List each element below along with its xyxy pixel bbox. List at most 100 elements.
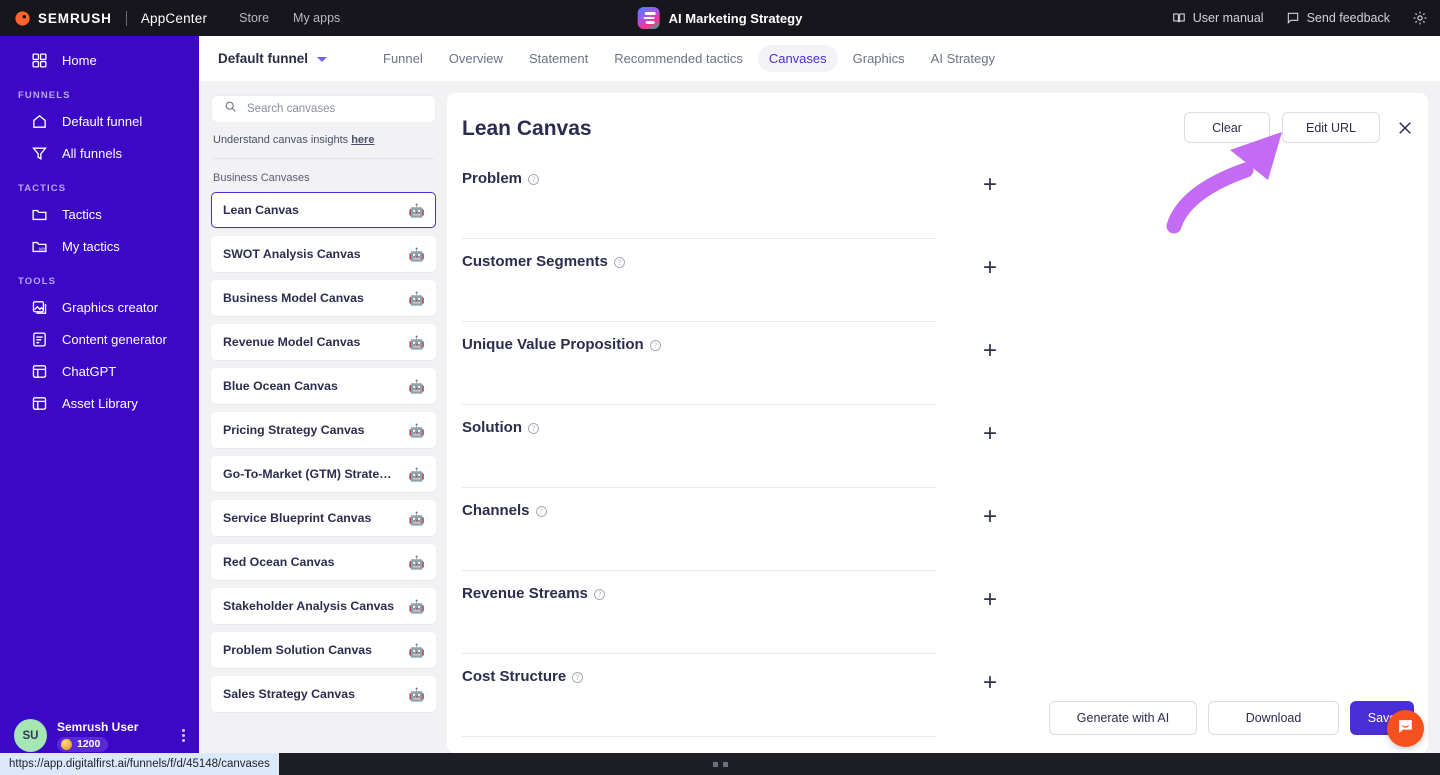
tab-statement[interactable]: Statement	[518, 45, 599, 72]
funnel-selector[interactable]: Default funnel	[218, 51, 327, 66]
list-item-label: Sales Strategy Canvas	[223, 687, 355, 701]
robot-icon: 🤖	[408, 422, 425, 438]
settings-button[interactable]	[1412, 10, 1428, 26]
user-manual-button[interactable]: User manual	[1172, 11, 1264, 25]
list-item-lean-canvas[interactable]: Lean Canvas 🤖	[211, 192, 436, 228]
chat-widget-button[interactable]	[1387, 710, 1424, 747]
semrush-logo[interactable]: SEMRUSH AppCenter	[14, 10, 207, 27]
sidebar-item-default-funnel[interactable]: Default funnel	[10, 105, 189, 137]
list-item-pricing-strategy-canvas[interactable]: Pricing Strategy Canvas 🤖	[211, 412, 436, 448]
list-item-label: Service Blueprint Canvas	[223, 511, 372, 525]
help-icon[interactable]: ?	[613, 256, 625, 268]
sidebar-item-chatgpt[interactable]: ChatGPT	[10, 355, 189, 387]
list-item-swot-analysis-canvas[interactable]: SWOT Analysis Canvas 🤖	[211, 236, 436, 272]
send-feedback-button[interactable]: Send feedback	[1286, 11, 1390, 25]
list-divider	[213, 158, 434, 159]
add-item-plus-icon[interactable]: +	[980, 588, 1000, 612]
robot-icon: 🤖	[408, 334, 425, 350]
list-item-stakeholder-analysis-canvas[interactable]: Stakeholder Analysis Canvas 🤖	[211, 588, 436, 624]
help-icon[interactable]: ?	[528, 422, 539, 434]
tab-overview[interactable]: Overview	[438, 45, 514, 72]
sidebar-user-card[interactable]: SU Semrush User 1200	[0, 719, 199, 752]
add-item-plus-icon[interactable]: +	[980, 505, 1000, 529]
kebab-menu-icon[interactable]	[182, 729, 185, 742]
list-item-blue-ocean-canvas[interactable]: Blue Ocean Canvas 🤖	[211, 368, 436, 404]
list-item-label: Revenue Model Canvas	[223, 335, 361, 349]
tab-graphics[interactable]: Graphics	[842, 45, 916, 72]
drag-handle-icon[interactable]	[712, 761, 728, 767]
sidebar-item-label: My tactics	[62, 238, 120, 254]
download-button[interactable]: Download	[1208, 701, 1339, 735]
canvas-list: Lean Canvas 🤖 SWOT Analysis Canvas 🤖 Bus…	[211, 192, 436, 712]
search-canvases-box[interactable]	[211, 95, 436, 123]
close-icon[interactable]	[1396, 119, 1414, 137]
tab-canvases[interactable]: Canvases	[757, 45, 838, 72]
add-item-plus-icon[interactable]: +	[980, 671, 1000, 695]
sidebar-item-my-tactics[interactable]: MY My tactics	[10, 230, 189, 262]
robot-icon: 🤖	[408, 510, 425, 526]
generate-with-ai-button[interactable]: Generate with AI	[1049, 701, 1197, 735]
canvas-detail-card: Lean Canvas Clear Edit URL Problem ? + C…	[447, 93, 1428, 753]
canvas-fields: Problem ? + Customer Segments ? + Unique…	[462, 156, 997, 737]
edit-url-button[interactable]: Edit URL	[1282, 112, 1380, 143]
list-item-label: Go-To-Market (GTM) Strateg…	[223, 467, 398, 481]
semrush-flame-icon	[14, 10, 31, 27]
help-icon[interactable]: ?	[572, 671, 584, 683]
list-item-label: Blue Ocean Canvas	[223, 379, 338, 393]
brand-name: SEMRUSH	[38, 10, 112, 26]
sidebar-item-label: Content generator	[62, 331, 167, 347]
list-item-service-blueprint-canvas[interactable]: Service Blueprint Canvas 🤖	[211, 500, 436, 536]
robot-icon: 🤖	[408, 378, 425, 394]
add-item-plus-icon[interactable]: +	[980, 173, 1000, 197]
sidebar: Home FUNNELS Default funnel All funnels …	[0, 36, 199, 775]
list-item-sales-strategy-canvas[interactable]: Sales Strategy Canvas 🤖	[211, 676, 436, 712]
sub-nav: Default funnel Funnel Overview Statement…	[199, 36, 1440, 81]
list-item-problem-solution-canvas[interactable]: Problem Solution Canvas 🤖	[211, 632, 436, 668]
help-icon[interactable]: ?	[528, 173, 540, 185]
canvas-group-title: Business Canvases	[213, 172, 310, 184]
nav-store[interactable]: Store	[239, 11, 269, 25]
sidebar-item-content-generator[interactable]: Content generator	[10, 323, 189, 355]
list-item-red-ocean-canvas[interactable]: Red Ocean Canvas 🤖	[211, 544, 436, 580]
tab-funnel[interactable]: Funnel	[372, 45, 434, 72]
app-root: SEMRUSH AppCenter Store My apps AI Marke…	[0, 0, 1440, 775]
field-label-row: Solution ?	[462, 419, 539, 436]
sidebar-item-label: Graphics creator	[62, 299, 159, 315]
add-item-plus-icon[interactable]: +	[980, 256, 1000, 280]
canvas-insights-link[interactable]: here	[351, 134, 374, 146]
add-item-plus-icon[interactable]: +	[980, 422, 1000, 446]
sidebar-item-all-funnels[interactable]: All funnels	[10, 137, 189, 169]
canvas-field-cost-structure: Cost Structure ? +	[462, 654, 997, 737]
help-icon[interactable]: ?	[535, 505, 547, 517]
search-input[interactable]	[247, 103, 423, 115]
help-icon[interactable]: ?	[649, 339, 661, 351]
sidebar-item-label: All funnels	[62, 145, 122, 161]
sidebar-item-label: Default funnel	[62, 113, 143, 129]
sidebar-item-tactics[interactable]: Tactics	[10, 198, 189, 230]
list-item-go-to-market-strategy-canvas[interactable]: Go-To-Market (GTM) Strateg… 🤖	[211, 456, 436, 492]
credit-badge: 1200	[57, 736, 109, 752]
user-manual-label: User manual	[1192, 11, 1264, 25]
help-icon[interactable]: ?	[593, 588, 605, 600]
sidebar-item-graphics-creator[interactable]: Graphics creator	[10, 291, 189, 323]
sidebar-group-funnels: FUNNELS	[18, 90, 71, 101]
tab-ai-strategy[interactable]: AI Strategy	[920, 45, 1006, 72]
canvas-insights-note: Understand canvas insights here	[213, 134, 434, 146]
sidebar-item-home[interactable]: Home	[10, 44, 189, 76]
nav-my-apps[interactable]: My apps	[293, 11, 340, 25]
document-icon	[30, 330, 49, 349]
clear-button[interactable]: Clear	[1184, 112, 1270, 143]
tab-recommended-tactics[interactable]: Recommended tactics	[603, 45, 754, 72]
canvas-footer-actions: Generate with AI Download Save	[1049, 701, 1414, 735]
user-name: Semrush User	[57, 719, 139, 734]
sidebar-item-asset-library[interactable]: Asset Library	[10, 387, 189, 419]
chat-bubble-icon	[1396, 717, 1415, 741]
add-item-plus-icon[interactable]: +	[980, 339, 1000, 363]
list-item-business-model-canvas[interactable]: Business Model Canvas 🤖	[211, 280, 436, 316]
send-feedback-label: Send feedback	[1306, 11, 1390, 25]
canvas-field-revenue-streams: Revenue Streams ? +	[462, 571, 997, 654]
gear-icon	[1412, 10, 1428, 26]
field-label-row: Channels ?	[462, 502, 547, 519]
list-item-revenue-model-canvas[interactable]: Revenue Model Canvas 🤖	[211, 324, 436, 360]
layout-icon	[30, 362, 49, 381]
